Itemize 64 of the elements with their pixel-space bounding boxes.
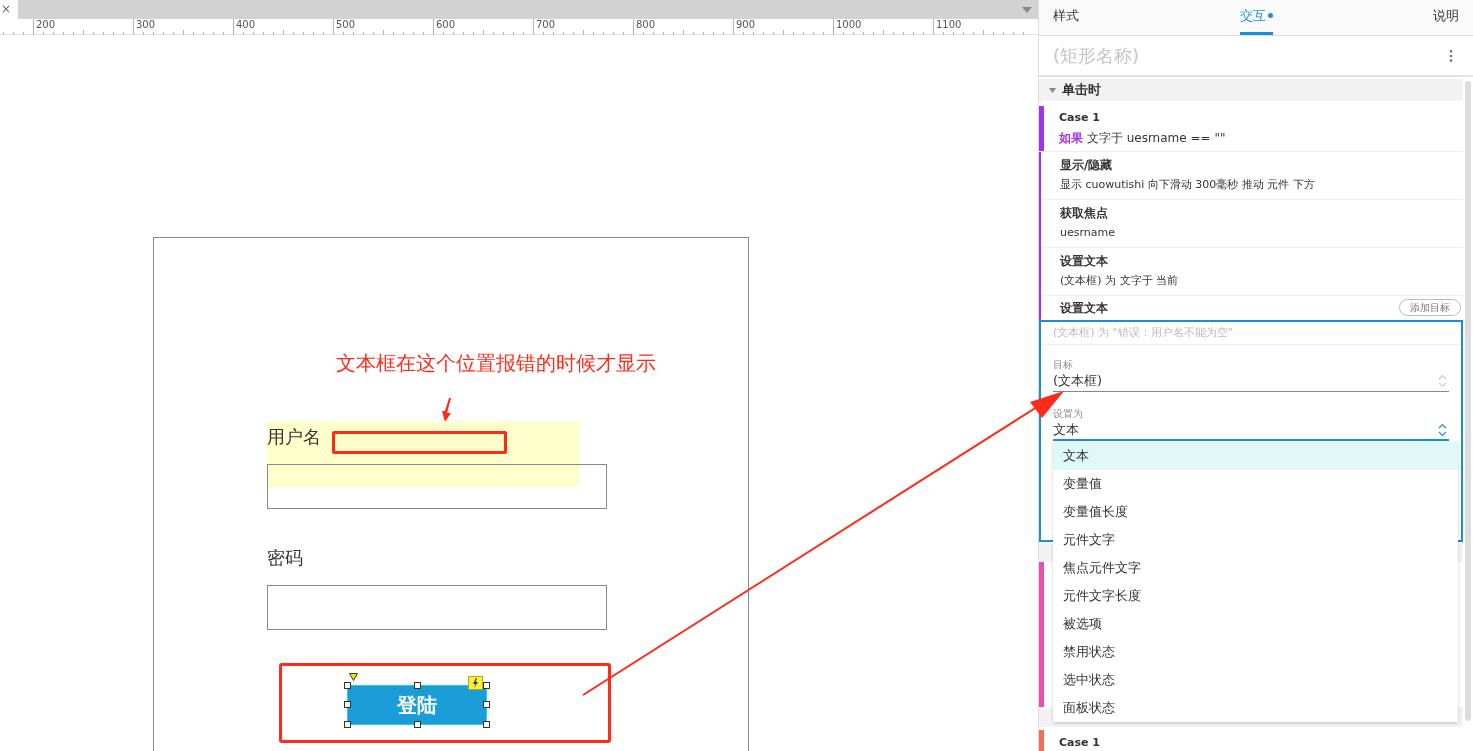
dropdown-option[interactable]: 元件文字长度 bbox=[1053, 582, 1458, 610]
resize-handle[interactable] bbox=[344, 682, 351, 689]
resize-handle[interactable] bbox=[483, 721, 490, 728]
ruler-label: 500 bbox=[336, 19, 357, 30]
ruler-label: 1100 bbox=[936, 19, 963, 30]
action-summary-field[interactable]: (文本框) 为 "错误：用户名不能为空" bbox=[1041, 321, 1461, 345]
ruler-label: 700 bbox=[536, 19, 557, 30]
panel-tab[interactable]: 交互 bbox=[1239, 0, 1273, 35]
action-row[interactable]: 获取焦点 uesrname bbox=[1041, 199, 1463, 248]
set-as-select[interactable]: 文本 bbox=[1053, 420, 1449, 441]
action-detail: (文本框) 为 文字于 当前 bbox=[1060, 274, 1180, 288]
chevrons-icon bbox=[1438, 374, 1447, 388]
field-label: 用户名 bbox=[267, 425, 321, 449]
close-button[interactable]: × bbox=[0, 0, 18, 19]
annotation-text: 文本框在这个位置报错的时候才显示 bbox=[336, 350, 656, 377]
action-detail: 显示 cuowutishi 向下滑动 300毫秒 推动 元件 下方 bbox=[1060, 178, 1316, 192]
ruler-label: 800 bbox=[636, 19, 657, 30]
action-row[interactable]: 显示/隐藏 显示 cuowutishi 向下滑动 300毫秒 推动 元件 下方 bbox=[1041, 151, 1463, 200]
add-target-button[interactable]: 添加目标 bbox=[1399, 299, 1461, 316]
ruler-label: 900 bbox=[736, 19, 757, 30]
case-condition: 如果 文字于 uesrname == "" bbox=[1059, 129, 1226, 147]
ruler-label: 400 bbox=[236, 19, 257, 30]
panel-tab[interactable]: 说明 bbox=[1433, 0, 1459, 35]
ruler-label: 300 bbox=[136, 19, 157, 30]
resize-handle[interactable] bbox=[483, 682, 490, 689]
dropdown-option[interactable]: 被选项 bbox=[1053, 610, 1458, 638]
case-title: Case 1 bbox=[1059, 110, 1101, 126]
resize-handle[interactable] bbox=[483, 701, 490, 708]
dropdown-option[interactable]: 变量值 bbox=[1053, 470, 1458, 498]
triangle-marker-icon bbox=[349, 673, 358, 681]
name-field[interactable]: (矩形名称) bbox=[1053, 42, 1353, 69]
event-header[interactable]: 单击时 bbox=[1039, 79, 1463, 101]
dropdown-option[interactable]: 文本 bbox=[1053, 442, 1458, 470]
field-label: 设置为 bbox=[1053, 406, 1084, 421]
field-label: 密码 bbox=[267, 546, 303, 570]
resize-handle[interactable] bbox=[344, 721, 351, 728]
action-detail: uesrname bbox=[1060, 226, 1116, 240]
input-field[interactable] bbox=[267, 585, 607, 630]
panel-tab[interactable]: 样式 bbox=[1053, 0, 1079, 35]
field-label: 目标 bbox=[1053, 357, 1074, 372]
dropdown-option[interactable]: 焦点元件文字 bbox=[1053, 554, 1458, 582]
input-field[interactable] bbox=[267, 464, 607, 509]
dropdown-option[interactable]: 面板状态 bbox=[1053, 694, 1458, 722]
resize-handle[interactable] bbox=[414, 682, 421, 689]
action-title: 显示/隐藏 bbox=[1060, 158, 1114, 172]
case-title: Case 1 bbox=[1058, 734, 1100, 751]
ruler-label: 1000 bbox=[836, 19, 863, 30]
action-title: 获取焦点 bbox=[1060, 206, 1109, 220]
action-title: 设置文本 bbox=[1060, 254, 1109, 268]
lightning-icon[interactable] bbox=[468, 676, 483, 690]
caret-icon bbox=[1049, 87, 1056, 93]
target-select[interactable]: (文本框) bbox=[1053, 371, 1449, 392]
action-row[interactable]: 设置文本 (文本框) 为 文字于 当前 bbox=[1041, 247, 1463, 296]
chevrons-icon bbox=[1438, 422, 1447, 437]
action-title: 设置文本 bbox=[1060, 299, 1108, 317]
resize-handle[interactable] bbox=[414, 721, 421, 728]
dropdown-option[interactable]: 元件文字 bbox=[1053, 526, 1458, 554]
ruler-label: 600 bbox=[436, 19, 457, 30]
annotation-arrow bbox=[439, 397, 453, 423]
dropdown-option[interactable]: 变量值长度 bbox=[1053, 498, 1458, 526]
ruler-label: 200 bbox=[36, 19, 57, 30]
resize-handle[interactable] bbox=[344, 701, 351, 708]
dropdown-option[interactable]: 选中状态 bbox=[1053, 666, 1458, 694]
dropdown-option[interactable]: 禁用状态 bbox=[1053, 638, 1458, 666]
